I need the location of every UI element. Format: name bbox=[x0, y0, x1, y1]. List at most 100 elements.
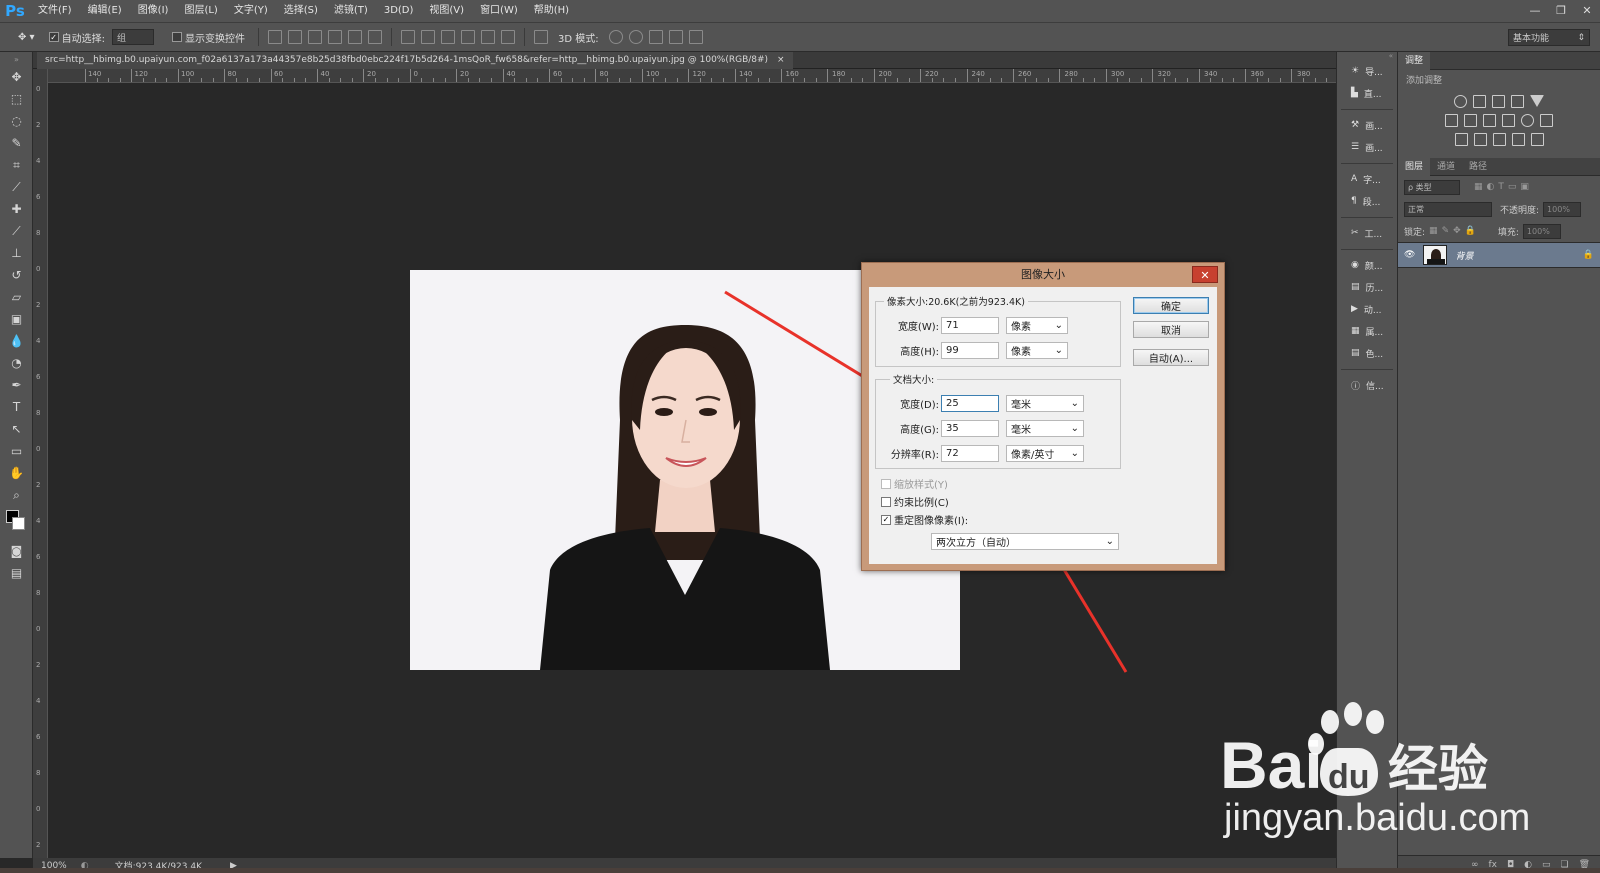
visibility-eye-icon[interactable]: 👁 bbox=[1404, 250, 1415, 260]
menu-item-1[interactable]: 编辑(E) bbox=[80, 0, 130, 22]
distribute-hcenter-icon[interactable] bbox=[480, 30, 495, 44]
resolution-unit-select[interactable]: 像素/英寸 ⌄ bbox=[1006, 445, 1084, 462]
filter-shape-icon[interactable]: ▭ bbox=[1508, 182, 1517, 192]
doc-height-input[interactable]: 35 bbox=[941, 420, 999, 437]
resolution-input[interactable]: 72 bbox=[941, 445, 999, 462]
align-right-icon[interactable] bbox=[367, 30, 382, 44]
gradient-map-icon[interactable] bbox=[1530, 133, 1544, 146]
roll-3d-icon[interactable] bbox=[628, 30, 643, 44]
stamp-tool-icon[interactable]: ⊥ bbox=[0, 242, 33, 264]
panel-strip-item-9[interactable]: ▶ 动... bbox=[1337, 298, 1397, 320]
lock-position-icon[interactable]: ✥ bbox=[1453, 226, 1461, 236]
resample-method-select[interactable]: 两次立方（自动） ⌄ bbox=[931, 533, 1119, 550]
filter-adjust-icon[interactable]: ◐ bbox=[1487, 182, 1495, 192]
ok-button[interactable]: 确定 bbox=[1133, 297, 1209, 314]
screen-mode-icon[interactable]: ▤ bbox=[0, 562, 33, 584]
levels-icon[interactable] bbox=[1473, 95, 1486, 108]
panel-strip-item-4[interactable]: A 字... bbox=[1337, 168, 1397, 190]
auto-button[interactable]: 自动(A)... bbox=[1133, 349, 1209, 366]
pixel-height-unit-select[interactable]: 像素 ⌄ bbox=[1006, 342, 1068, 359]
panel-strip-item-11[interactable]: ▤ 色... bbox=[1337, 342, 1397, 364]
distribute-bottom-icon[interactable] bbox=[440, 30, 455, 44]
path-select-tool-icon[interactable]: ↖ bbox=[0, 418, 33, 440]
eraser-tool-icon[interactable]: ▱ bbox=[0, 286, 33, 308]
distribute-vcenter-icon[interactable] bbox=[420, 30, 435, 44]
filter-smart-icon[interactable]: ▣ bbox=[1520, 182, 1529, 192]
crop-tool-icon[interactable]: ⌗ bbox=[0, 154, 33, 176]
layer-kind-filter[interactable]: ρ 类型 bbox=[1404, 179, 1460, 195]
tab-layers[interactable]: 图层 bbox=[1398, 157, 1431, 176]
constrain-proportions-checkbox[interactable]: 约束比例(C) bbox=[881, 494, 949, 509]
dodge-tool-icon[interactable]: ◔ bbox=[0, 352, 33, 374]
shape-tool-icon[interactable]: ▭ bbox=[0, 440, 33, 462]
distribute-right-icon[interactable] bbox=[500, 30, 515, 44]
document-tab[interactable]: src=http__hbimg.b0.upaiyun.com_f02a6137a… bbox=[37, 52, 793, 69]
pan-3d-icon[interactable] bbox=[648, 30, 663, 44]
minimize-button[interactable]: — bbox=[1522, 0, 1548, 20]
auto-select-dropdown[interactable]: 组 bbox=[111, 29, 154, 45]
tab-channels[interactable]: 通道 bbox=[1430, 158, 1462, 176]
menu-item-3[interactable]: 图层(L) bbox=[176, 0, 225, 22]
menu-item-9[interactable]: 窗口(W) bbox=[472, 0, 526, 22]
color-swatches[interactable] bbox=[0, 506, 33, 540]
zoom-tool-icon[interactable]: ⌕ bbox=[0, 484, 33, 506]
cancel-button[interactable]: 取消 bbox=[1133, 321, 1209, 338]
layer-row-background[interactable]: 👁 背景 🔒 bbox=[1398, 242, 1600, 268]
auto-align-icon[interactable] bbox=[533, 30, 548, 44]
workspace-dropdown[interactable]: 基本功能 ⇕ bbox=[1508, 29, 1590, 46]
pen-tool-icon[interactable]: ✒ bbox=[0, 374, 33, 396]
menu-item-0[interactable]: 文件(F) bbox=[30, 0, 80, 22]
panel-strip-item-10[interactable]: ▦ 属... bbox=[1337, 320, 1397, 342]
panel-strip-item-8[interactable]: ▤ 历... bbox=[1337, 276, 1397, 298]
close-button[interactable]: ✕ bbox=[1574, 0, 1600, 20]
scale-3d-icon[interactable] bbox=[688, 30, 703, 44]
lock-all-icon[interactable]: 🔒 bbox=[1465, 226, 1476, 236]
blend-mode-select[interactable]: 正常 bbox=[1404, 201, 1492, 217]
vibrance-icon[interactable] bbox=[1530, 95, 1544, 107]
photo-filter-icon[interactable] bbox=[1502, 114, 1515, 127]
panel-strip-item-6[interactable]: ✂ 工... bbox=[1337, 222, 1397, 244]
collapse-icon[interactable]: « bbox=[1337, 52, 1397, 60]
dialog-titlebar[interactable]: 图像大小 ✕ bbox=[862, 263, 1224, 287]
move-tool-preset[interactable]: ✥ ▾ bbox=[14, 28, 39, 46]
blur-tool-icon[interactable]: 💧 bbox=[0, 330, 33, 352]
panel-strip-item-1[interactable]: ▙ 直... bbox=[1337, 82, 1397, 104]
panel-strip-item-0[interactable]: ☀ 导... bbox=[1337, 60, 1397, 82]
doc-width-input[interactable]: 25 bbox=[941, 395, 999, 412]
menu-item-10[interactable]: 帮助(H) bbox=[526, 0, 577, 22]
restore-button[interactable]: ❐ bbox=[1548, 0, 1574, 20]
fill-input[interactable]: 100% bbox=[1522, 223, 1561, 239]
resample-checkbox[interactable]: ✓ 重定图像像素(I): bbox=[881, 512, 968, 527]
history-brush-tool-icon[interactable]: ↺ bbox=[0, 264, 33, 286]
filter-pixel-icon[interactable]: ▦ bbox=[1474, 182, 1483, 192]
tab-adjustments[interactable]: 调整 bbox=[1398, 51, 1431, 70]
hand-tool-icon[interactable]: ✋ bbox=[0, 462, 33, 484]
posterize-icon[interactable] bbox=[1473, 133, 1487, 146]
eyedropper-tool-icon[interactable]: ⟋ bbox=[0, 176, 33, 198]
dialog-close-button[interactable]: ✕ bbox=[1192, 266, 1218, 283]
opacity-input[interactable]: 100% bbox=[1543, 201, 1582, 217]
scale-styles-checkbox[interactable]: 缩放样式(Y) bbox=[881, 476, 948, 491]
color-balance-icon[interactable] bbox=[1464, 114, 1477, 127]
channel-mixer-icon[interactable] bbox=[1521, 114, 1534, 127]
align-hcenter-icon[interactable] bbox=[347, 30, 362, 44]
panel-strip-item-7[interactable]: ◉ 颜... bbox=[1337, 254, 1397, 276]
hue-saturation-icon[interactable] bbox=[1445, 114, 1458, 127]
lasso-tool-icon[interactable]: ◌ bbox=[0, 110, 33, 132]
doc-height-unit-select[interactable]: 毫米 ⌄ bbox=[1006, 420, 1084, 437]
menu-item-6[interactable]: 滤镜(T) bbox=[326, 0, 376, 22]
color-lookup-icon[interactable] bbox=[1540, 114, 1553, 127]
background-color[interactable] bbox=[12, 517, 25, 530]
show-transform-checkbox[interactable]: 显示变换控件 bbox=[168, 28, 249, 46]
menu-item-5[interactable]: 选择(S) bbox=[276, 0, 326, 22]
quick-mask-icon[interactable]: ◙ bbox=[0, 540, 33, 562]
align-bottom-icon[interactable] bbox=[307, 30, 322, 44]
align-top-icon[interactable] bbox=[267, 30, 282, 44]
invert-icon[interactable] bbox=[1454, 133, 1468, 146]
exposure-icon[interactable] bbox=[1511, 95, 1524, 108]
tab-paths[interactable]: 路径 bbox=[1462, 158, 1494, 176]
pixel-width-unit-select[interactable]: 像素 ⌄ bbox=[1006, 317, 1068, 334]
auto-select-checkbox[interactable]: ✓ 自动选择: bbox=[45, 28, 109, 46]
panel-strip-item-2[interactable]: ⚒ 画... bbox=[1337, 114, 1397, 136]
distribute-top-icon[interactable] bbox=[400, 30, 415, 44]
